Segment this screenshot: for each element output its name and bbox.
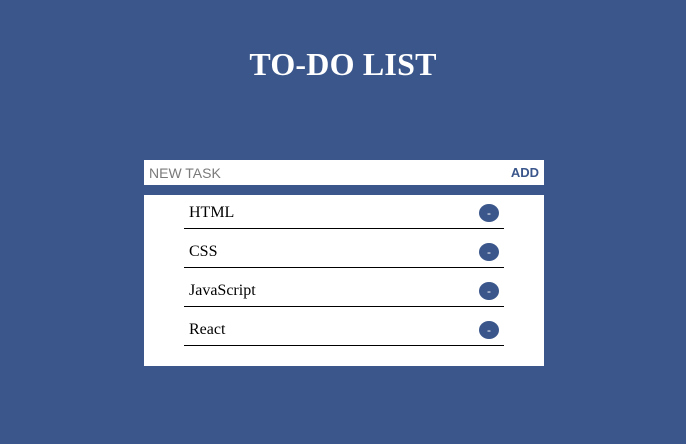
task-item: React - (184, 312, 504, 346)
task-label: CSS (189, 243, 218, 260)
task-list: HTML - CSS - JavaScript - React - (184, 195, 504, 351)
remove-task-button[interactable]: - (479, 243, 499, 261)
remove-task-button[interactable]: - (479, 204, 499, 222)
new-task-bar: ADD (144, 160, 544, 185)
remove-task-button[interactable]: - (479, 282, 499, 300)
task-item: JavaScript - (184, 273, 504, 307)
page-title: TO-DO LIST (249, 46, 437, 82)
task-list-panel: HTML - CSS - JavaScript - React - (144, 195, 544, 366)
task-item: CSS - (184, 234, 504, 268)
task-label: React (189, 321, 226, 338)
remove-task-button[interactable]: - (479, 321, 499, 339)
task-label: JavaScript (189, 282, 256, 299)
task-item: HTML - (184, 195, 504, 229)
task-label: HTML (189, 204, 235, 221)
new-task-input[interactable] (144, 160, 503, 185)
add-button[interactable]: ADD (503, 160, 544, 185)
